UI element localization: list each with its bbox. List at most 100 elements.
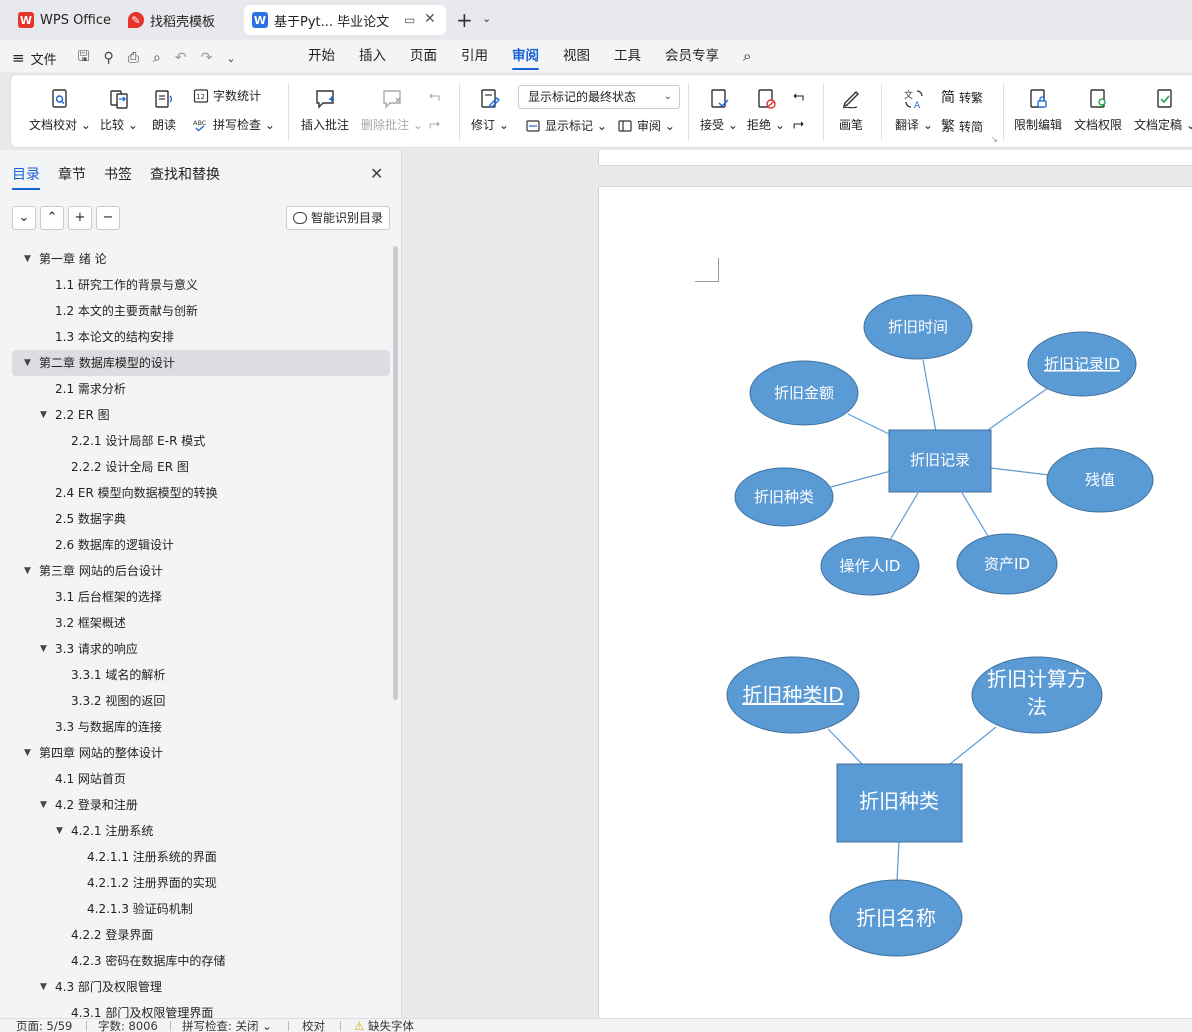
add-heading-button[interactable]: + [68, 206, 92, 230]
tab-page[interactable]: 页面 [410, 40, 437, 72]
expand-triangle-icon[interactable]: ▼ [24, 740, 31, 766]
toc-item[interactable]: 1.1 研究工作的背景与意义 [12, 272, 390, 298]
tab-start[interactable]: 开始 [308, 40, 335, 72]
toc-item[interactable]: ▼ 第三章 网站的后台设计 [12, 558, 390, 584]
to-traditional-button[interactable]: 简 转繁 [941, 87, 983, 107]
previous-comment-icon[interactable]: ⮢ [429, 88, 440, 104]
toc-item[interactable]: 3.1 后台框架的选择 [12, 584, 390, 610]
remove-heading-button[interactable]: − [96, 206, 120, 230]
toc-item[interactable]: 3.3.1 域名的解析 [12, 662, 390, 688]
close-icon[interactable]: ✕ [370, 164, 383, 183]
toc-item[interactable]: ▼ 3.3 请求的响应 [12, 636, 390, 662]
to-simplified-button[interactable]: 繁 转简 [941, 116, 983, 136]
tab-review[interactable]: 审阅 [512, 40, 539, 72]
insert-comment-button[interactable]: 插入批注 [301, 87, 349, 133]
toc-item[interactable]: ▼ 第一章 绪 论 [12, 246, 390, 272]
redo-icon[interactable]: ↷ [201, 50, 213, 66]
toc-item[interactable]: ▼ 4.3 部门及权限管理 [12, 974, 390, 1000]
read-aloud-button[interactable]: 朗读 [152, 87, 176, 133]
nav-tab-bookmarks[interactable]: 书签 [104, 164, 132, 190]
print-icon[interactable]: ⎙ [128, 50, 139, 66]
window-mode-icon[interactable]: ▭ [404, 13, 415, 27]
toc-item[interactable]: 2.2.1 设计局部 E-R 模式 [12, 428, 390, 454]
file-menu[interactable]: 文件 [31, 49, 57, 68]
expand-triangle-icon[interactable]: ▼ [24, 246, 31, 272]
toc-item[interactable]: 4.2.1.3 验证码机制 [12, 896, 390, 922]
smart-toc-button[interactable]: 智能识别目录 [286, 206, 390, 230]
next-comment-icon[interactable]: ⮣ [429, 116, 440, 132]
toc-item[interactable]: 4.2.1.1 注册系统的界面 [12, 844, 390, 870]
toc-item[interactable]: ▼ 2.2 ER 图 [12, 402, 390, 428]
translate-button[interactable]: 文A 翻译 ⌄ [895, 87, 933, 133]
toc-item[interactable]: 1.2 本文的主要贡献与创新 [12, 298, 390, 324]
nav-tab-find-replace[interactable]: 查找和替换 [150, 164, 220, 190]
nav-tab-toc[interactable]: 目录 [12, 164, 40, 190]
toc-item[interactable]: ▼ 4.2.1 注册系统 [12, 818, 390, 844]
toc-item[interactable]: 2.4 ER 模型向数据模型的转换 [12, 480, 390, 506]
markup-state-select[interactable]: 显示标记的最终状态 ⌄ [518, 85, 680, 109]
share-icon[interactable]: ⚲ [104, 50, 114, 66]
review-pane-button[interactable]: 审阅 ⌄ [617, 117, 675, 134]
show-markup-button[interactable]: 显示标记 ⌄ [525, 117, 607, 134]
word-count-indicator[interactable]: 字数: 8006 [98, 1019, 158, 1032]
collapse-all-button[interactable]: ⌄ [12, 206, 36, 230]
toc-item[interactable]: 1.3 本论文的结构安排 [12, 324, 390, 350]
spell-check-button[interactable]: ABC 拼写检查 ⌄ [193, 116, 275, 133]
restrict-edit-button[interactable]: 限制编辑 [1014, 87, 1062, 133]
toc-item[interactable]: 4.2.3 密码在数据库中的存储 [12, 948, 390, 974]
accept-button[interactable]: 接受 ⌄ [700, 87, 738, 133]
tab-membership[interactable]: 会员专享 [665, 40, 719, 72]
toc-item[interactable]: 3.3.2 视图的返回 [12, 688, 390, 714]
expand-triangle-icon[interactable]: ▼ [24, 350, 31, 376]
toc-item[interactable]: ▼ 第二章 数据库模型的设计 [12, 350, 390, 376]
nav-tab-sections[interactable]: 章节 [58, 164, 86, 190]
toc-item[interactable]: 3.3 与数据库的连接 [12, 714, 390, 740]
reject-button[interactable]: 拒绝 ⌄ [747, 87, 785, 133]
toc-item[interactable]: ▼ 4.2 登录和注册 [12, 792, 390, 818]
tab-view[interactable]: 视图 [563, 40, 590, 72]
tab-current-document[interactable]: W 基于Pyt... 毕业论文 ▭ ✕ [244, 5, 446, 35]
expand-triangle-icon[interactable]: ▼ [40, 636, 47, 662]
toc-item[interactable]: 2.5 数据字典 [12, 506, 390, 532]
previous-change-icon[interactable]: ⮢ [793, 88, 804, 104]
toc-item[interactable]: 4.2.2 登录界面 [12, 922, 390, 948]
toc-item[interactable]: 2.1 需求分析 [12, 376, 390, 402]
toc-item[interactable]: 3.2 框架概述 [12, 610, 390, 636]
search-icon[interactable]: ⌕ [743, 40, 751, 72]
tab-tools[interactable]: 工具 [614, 40, 641, 72]
chevron-down-icon[interactable]: ⌄ [226, 52, 235, 65]
word-count-button[interactable]: 12 字数统计 [193, 87, 261, 104]
print-preview-icon[interactable]: ⌕ [153, 50, 161, 66]
missing-font-status[interactable]: ⚠ 缺失字体 [354, 1019, 414, 1032]
toc-item[interactable]: 2.6 数据库的逻辑设计 [12, 532, 390, 558]
tab-reference[interactable]: 引用 [461, 40, 488, 72]
expand-triangle-icon[interactable]: ▼ [40, 402, 47, 428]
doc-check-button[interactable]: 文档校对 ⌄ [29, 87, 91, 133]
expand-triangle-icon[interactable]: ▼ [40, 792, 47, 818]
next-change-icon[interactable]: ⮣ [793, 116, 804, 132]
expand-triangle-icon[interactable]: ▼ [24, 558, 31, 584]
chevron-down-icon[interactable]: ⌄ [482, 12, 491, 25]
delete-comment-button[interactable]: 删除批注 ⌄ [361, 87, 423, 133]
close-tab-icon[interactable]: ✕ [424, 11, 436, 27]
page-indicator[interactable]: 页面: 5/59 [16, 1019, 72, 1032]
track-changes-button[interactable]: 修订 ⌄ [471, 87, 509, 133]
toc-scrollbar[interactable] [393, 246, 398, 700]
toc-item[interactable]: 4.1 网站首页 [12, 766, 390, 792]
proof-status[interactable]: 校对 [302, 1019, 325, 1032]
toc-item[interactable]: 2.2.2 设计全局 ER 图 [12, 454, 390, 480]
pen-button[interactable]: 画笔 [839, 87, 863, 133]
toc-item[interactable]: 4.2.1.2 注册界面的实现 [12, 870, 390, 896]
expand-up-button[interactable]: ⌃ [40, 206, 64, 230]
doc-permission-button[interactable]: 文档权限 [1074, 87, 1122, 133]
dialog-launcher-icon[interactable]: ↘ [991, 135, 998, 144]
tab-wps-office[interactable]: W WPS Office [10, 5, 119, 35]
expand-triangle-icon[interactable]: ▼ [40, 974, 47, 1000]
compare-button[interactable]: 比较 ⌄ [100, 87, 138, 133]
save-icon[interactable]: 🖫 [78, 46, 90, 70]
spell-check-status[interactable]: 拼写检查: 关闭 ⌄ [182, 1019, 272, 1032]
tab-docer[interactable]: ✎ 找稻壳模板 [120, 5, 223, 35]
new-tab-icon[interactable]: + [456, 8, 473, 32]
tab-insert[interactable]: 插入 [359, 40, 386, 72]
toc-item[interactable]: ▼ 第四章 网站的整体设计 [12, 740, 390, 766]
